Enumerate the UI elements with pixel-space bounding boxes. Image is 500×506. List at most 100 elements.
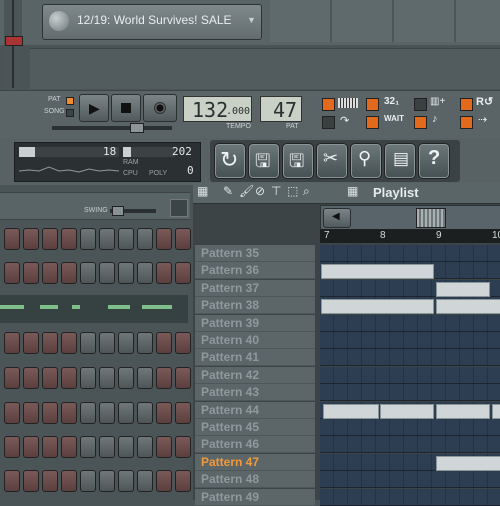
step-button[interactable] [118, 228, 134, 250]
step-button[interactable] [118, 470, 134, 492]
swing-handle[interactable] [112, 206, 124, 216]
step-button[interactable] [99, 436, 115, 458]
fl-logo-icon[interactable] [49, 11, 69, 31]
step-edit-toggle[interactable] [414, 98, 427, 111]
pattern-clip[interactable] [436, 299, 500, 314]
step-button[interactable] [156, 436, 172, 458]
playlist-track[interactable] [320, 489, 500, 506]
step-button[interactable] [80, 262, 96, 284]
step-button[interactable] [99, 332, 115, 354]
step-button[interactable] [4, 402, 20, 424]
pattern-clip[interactable] [323, 404, 379, 419]
swing-slider[interactable] [110, 206, 156, 216]
position-handle[interactable] [130, 123, 144, 133]
step-button[interactable] [175, 228, 191, 250]
play-button[interactable]: ▶ [79, 94, 109, 122]
step-button[interactable] [80, 470, 96, 492]
pattern-clip[interactable] [436, 282, 490, 297]
step-button[interactable] [175, 436, 191, 458]
pat-mode-label[interactable]: PAT [48, 96, 61, 103]
step-button[interactable] [137, 262, 153, 284]
step-button[interactable] [61, 436, 77, 458]
multilink-toggle[interactable] [460, 98, 473, 111]
step-button[interactable] [99, 228, 115, 250]
step-button[interactable] [61, 470, 77, 492]
step-button[interactable] [61, 367, 77, 389]
step-button[interactable] [99, 402, 115, 424]
step-button[interactable] [156, 470, 172, 492]
slice-tool-icon[interactable]: ⊤ [271, 184, 281, 198]
step-button[interactable] [42, 436, 58, 458]
zoom-tool-icon[interactable]: ⌕ [303, 184, 310, 199]
help-button[interactable]: ? [418, 143, 450, 179]
step-button[interactable] [137, 367, 153, 389]
metronome-toggle[interactable] [322, 98, 335, 111]
pattern-name[interactable]: Pattern 37 [195, 280, 315, 297]
pattern-name[interactable]: Pattern 36 [195, 262, 315, 279]
step-button[interactable] [23, 367, 39, 389]
step-button[interactable] [61, 228, 77, 250]
step-button[interactable] [99, 262, 115, 284]
piano-roll-preview[interactable] [0, 295, 188, 323]
step-button[interactable] [156, 402, 172, 424]
pattern-name[interactable]: Pattern 38 [195, 297, 315, 314]
step-button[interactable] [42, 332, 58, 354]
step-button[interactable] [4, 332, 20, 354]
step-button[interactable] [175, 332, 191, 354]
step-button[interactable] [137, 436, 153, 458]
step-button[interactable] [175, 402, 191, 424]
step-button[interactable] [23, 436, 39, 458]
master-volume-slider[interactable] [4, 0, 23, 90]
pattern-name[interactable]: Pattern 43 [195, 384, 315, 401]
pattern-clip[interactable] [380, 404, 434, 419]
snap-toggle[interactable] [414, 116, 427, 129]
pattern-name[interactable]: Pattern 48 [195, 471, 315, 488]
search-button[interactable]: ⚲ [350, 143, 382, 179]
step-button[interactable] [118, 367, 134, 389]
step-button[interactable] [156, 228, 172, 250]
step-button[interactable] [99, 367, 115, 389]
step-button[interactable] [80, 367, 96, 389]
step-button[interactable] [61, 262, 77, 284]
playlist-track[interactable] [320, 367, 500, 384]
pattern-display[interactable]: 47 [260, 96, 302, 122]
graph-editor-icon[interactable] [170, 199, 188, 217]
playlist-track[interactable] [320, 332, 500, 349]
pattern-name[interactable]: Pattern 41 [195, 349, 315, 366]
step-button[interactable] [4, 470, 20, 492]
playlist-track[interactable] [320, 436, 500, 453]
select-tool-icon[interactable]: ⬚ [287, 184, 298, 198]
pattern-clip[interactable] [436, 404, 490, 419]
step-button[interactable] [42, 262, 58, 284]
playlist-menu-icon[interactable]: ▦ [197, 184, 208, 198]
playlist-track[interactable] [320, 384, 500, 401]
wait-toggle[interactable] [366, 116, 379, 129]
step-button[interactable] [80, 332, 96, 354]
step-button[interactable] [23, 402, 39, 424]
step-button[interactable] [4, 228, 20, 250]
document-button[interactable]: ▤ [384, 143, 416, 179]
step-button[interactable] [118, 436, 134, 458]
step-button[interactable] [156, 332, 172, 354]
step-button[interactable] [42, 367, 58, 389]
step-button[interactable] [175, 470, 191, 492]
save-button[interactable]: 🖫 [282, 143, 314, 179]
pattern-name[interactable]: Pattern 45 [195, 419, 315, 436]
scroll-left-button[interactable]: ◀ [323, 208, 351, 228]
step-button[interactable] [137, 470, 153, 492]
song-mode-label[interactable]: SONG [44, 108, 65, 115]
step-button[interactable] [118, 332, 134, 354]
open-button[interactable]: 🖫 [248, 143, 280, 179]
step-button[interactable] [137, 332, 153, 354]
pattern-name[interactable]: Pattern 35 [195, 245, 315, 262]
step-button[interactable] [61, 332, 77, 354]
stop-button[interactable] [111, 94, 141, 122]
step-button[interactable] [4, 367, 20, 389]
playlist-track[interactable] [320, 471, 500, 488]
scroll-thumb[interactable] [416, 208, 446, 228]
pencil-tool-icon[interactable]: ✎ [223, 184, 233, 198]
step-button[interactable] [4, 436, 20, 458]
pattern-name[interactable]: Pattern 42 [195, 367, 315, 384]
step-button[interactable] [156, 367, 172, 389]
playlist-track[interactable] [320, 315, 500, 332]
